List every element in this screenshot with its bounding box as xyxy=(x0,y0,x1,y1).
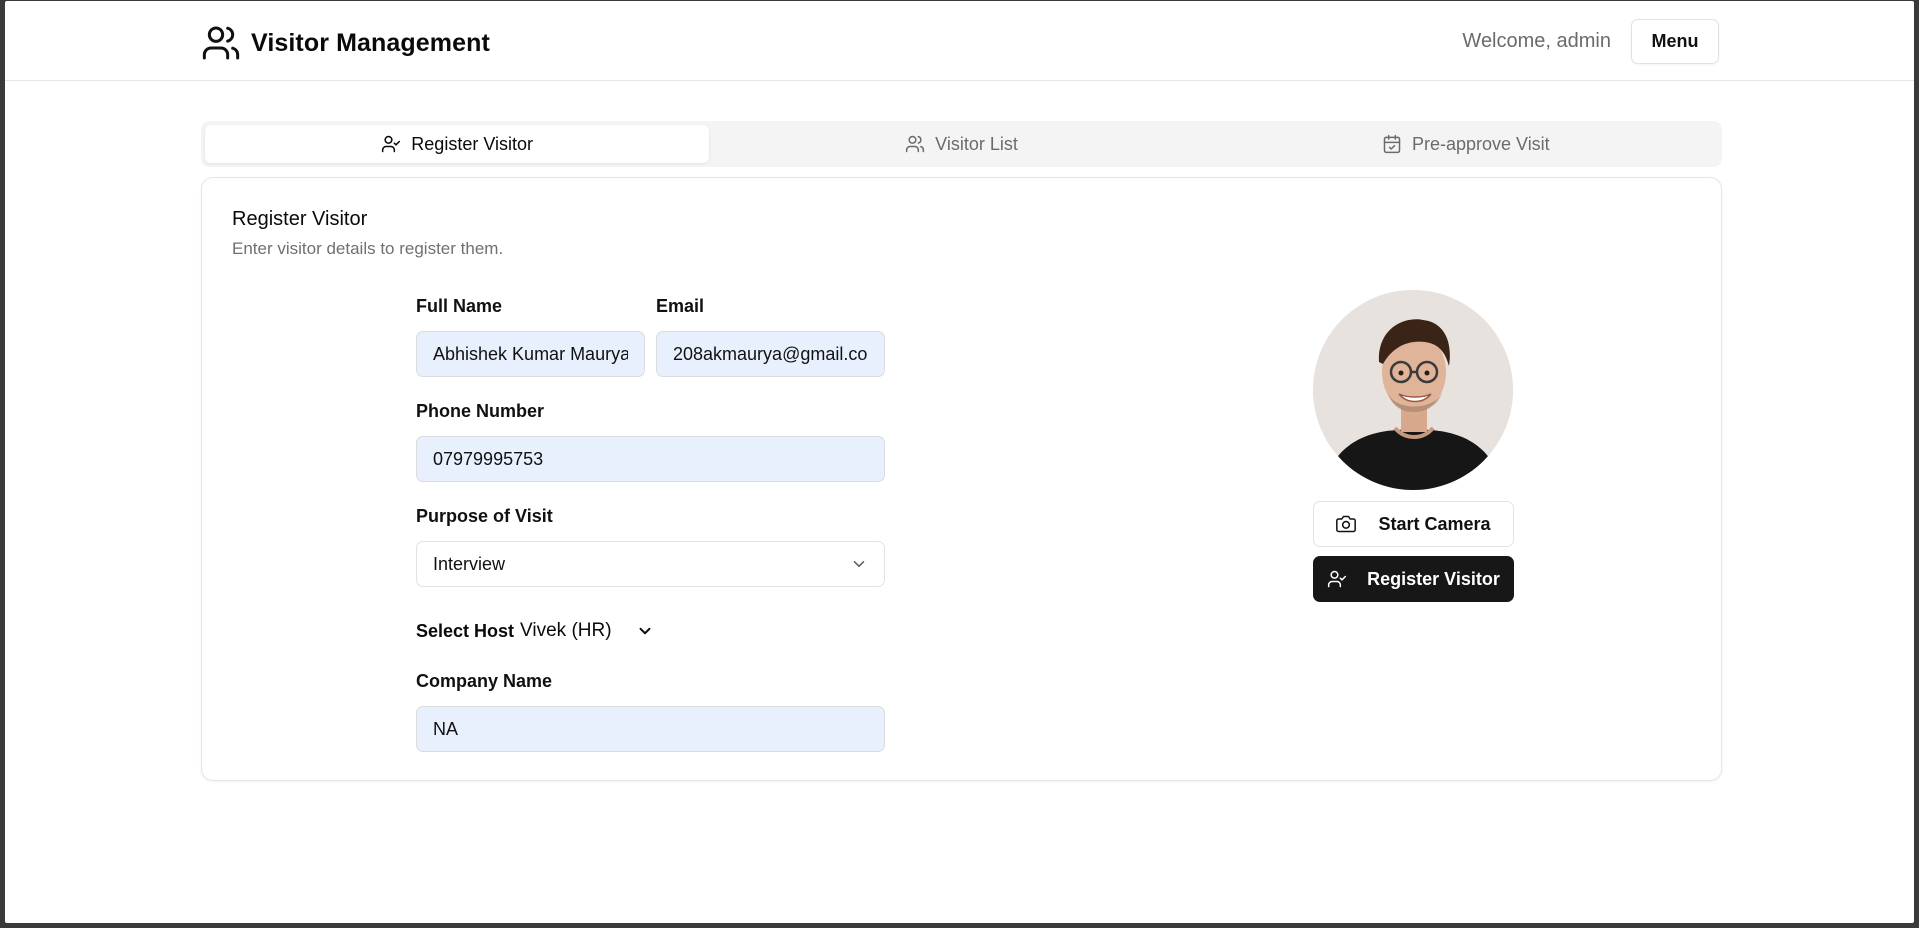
visitor-photo xyxy=(1313,290,1513,490)
company-input[interactable] xyxy=(416,706,885,752)
host-select[interactable]: Select Host Vivek (HR) xyxy=(416,620,654,642)
purpose-label: Purpose of Visit xyxy=(416,506,553,526)
app-title: Visitor Management xyxy=(251,28,490,57)
person-portrait-icon xyxy=(1313,290,1513,490)
tab-pre-approve-visit[interactable]: Pre-approve Visit xyxy=(1214,125,1718,163)
purpose-value: Interview xyxy=(433,553,506,574)
brand: Visitor Management xyxy=(201,23,490,63)
card-subtitle: Enter visitor details to register them. xyxy=(232,239,504,258)
users-icon xyxy=(202,26,240,60)
start-camera-button[interactable]: Start Camera xyxy=(1313,501,1514,547)
menu-button[interactable]: Menu xyxy=(1631,19,1719,64)
purpose-select[interactable]: Interview xyxy=(416,541,885,587)
user-check-icon xyxy=(1328,570,1347,588)
register-visitor-label: Register Visitor xyxy=(1367,568,1500,589)
tab-register-visitor[interactable]: Register Visitor xyxy=(205,125,710,163)
phone-label: Phone Number xyxy=(416,401,545,421)
full-name-input[interactable] xyxy=(416,331,645,377)
register-card: Register Visitor Enter visitor details t… xyxy=(201,177,1722,781)
user-check-icon xyxy=(382,135,401,153)
tab-label: Pre-approve Visit xyxy=(1411,133,1550,154)
phone-input[interactable] xyxy=(416,436,885,482)
calendar-check-icon xyxy=(1383,134,1401,154)
tab-bar: Register Visitor Visitor List Pre-approv… xyxy=(201,121,1722,167)
welcome-text: Welcome, admin xyxy=(1462,30,1611,52)
host-label: Select Host xyxy=(416,620,515,641)
chevron-down-icon[interactable] xyxy=(636,622,654,640)
email-input[interactable] xyxy=(656,331,885,377)
camera-icon xyxy=(1336,515,1357,533)
start-camera-label: Start Camera xyxy=(1378,513,1491,534)
tab-label: Visitor List xyxy=(935,133,1018,154)
company-label: Company Name xyxy=(416,671,553,691)
tab-visitor-list[interactable]: Visitor List xyxy=(709,125,1213,163)
header-actions: Welcome, admin Menu xyxy=(1462,19,1719,64)
email-label: Email xyxy=(656,296,705,316)
register-visitor-button[interactable]: Register Visitor xyxy=(1313,556,1514,602)
tab-label: Register Visitor xyxy=(411,133,534,154)
card-title: Register Visitor xyxy=(232,208,368,230)
app-window: Visitor Management Welcome, admin Menu R… xyxy=(5,1,1914,923)
users-icon xyxy=(906,135,925,153)
full-name-label: Full Name xyxy=(416,296,503,316)
top-header: Visitor Management Welcome, admin Menu xyxy=(5,1,1914,81)
host-value: Vivek (HR) xyxy=(520,620,612,641)
chevron-down-icon xyxy=(853,561,865,567)
